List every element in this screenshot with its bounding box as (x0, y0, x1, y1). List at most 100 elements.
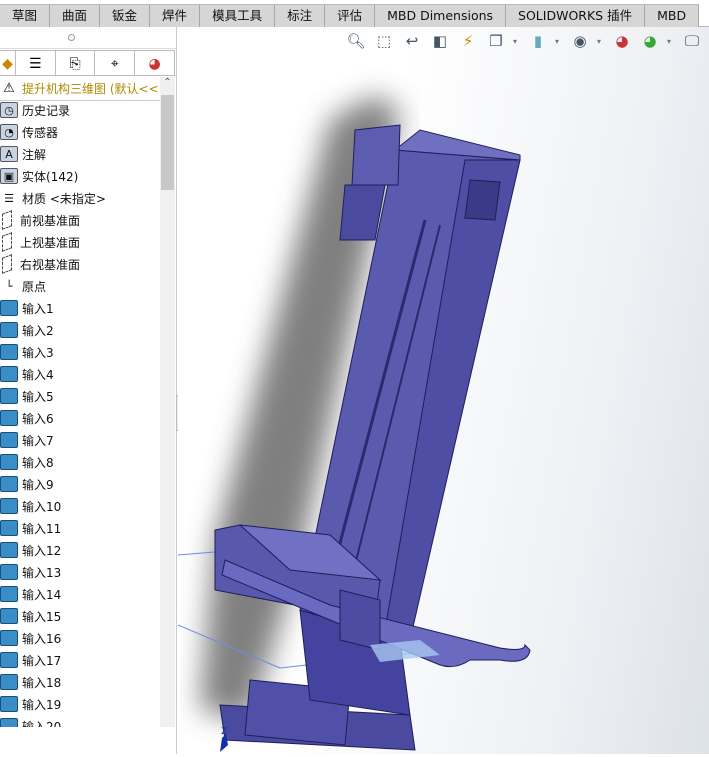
zoom-to-fit-icon[interactable]: 🔍︎ (345, 30, 367, 52)
tab-display-manager-icon[interactable]: ◕ (135, 51, 175, 76)
section-view-icon[interactable]: ◧ (429, 30, 451, 52)
tree-item-input[interactable]: 输入2 (0, 319, 160, 341)
annotation-icon: A (0, 146, 18, 162)
tree-item-input[interactable]: 输入12 (0, 539, 160, 561)
imported-body-icon (0, 388, 18, 404)
tree-item-input[interactable]: 输入4 (0, 363, 160, 385)
tab-3[interactable]: 焊件 (150, 5, 201, 27)
tab-property-manager-icon[interactable]: ☰ (16, 51, 56, 76)
imported-body-icon (0, 718, 18, 727)
panel-dot[interactable] (68, 34, 75, 41)
tree-item-input[interactable]: 输入7 (0, 429, 160, 451)
edit-appearance-icon[interactable]: ◕ (611, 30, 633, 52)
scroll-up-icon[interactable]: ⌃ (160, 77, 175, 93)
tree-item-input[interactable]: 输入15 (0, 605, 160, 627)
chevron-down-icon[interactable]: ▾ (513, 37, 521, 46)
imported-body-icon (0, 344, 18, 360)
tab-1[interactable]: 曲面 (50, 5, 101, 27)
tree-item[interactable]: 上视基准面 (0, 231, 160, 253)
imported-body-icon (0, 476, 18, 492)
imported-body-icon (0, 366, 18, 382)
imported-body-icon (0, 410, 18, 426)
imported-body-icon (0, 432, 18, 448)
tree-item-input[interactable]: 输入1 (0, 297, 160, 319)
dynamic-annotation-icon[interactable]: ⚡ (457, 30, 479, 52)
sensor-icon: ◔ (0, 124, 18, 140)
tree-root[interactable]: ⚠ 提升机构三维图 (默认<< (0, 77, 160, 99)
tree-item[interactable]: 前视基准面 (0, 209, 160, 231)
tree-item-input[interactable]: 输入10 (0, 495, 160, 517)
tree-item[interactable]: ▣ 实体(142) (0, 165, 160, 187)
imported-body-icon (0, 300, 18, 316)
graphics-area[interactable]: Z (177, 27, 709, 754)
tab-8[interactable]: SOLIDWORKS 插件 (506, 5, 646, 27)
tab-2[interactable]: 钣金 (100, 5, 151, 27)
view-settings-icon[interactable]: 🖵 (681, 30, 703, 52)
apply-scene-icon[interactable]: ◕ (639, 30, 661, 52)
imported-body-icon (0, 586, 18, 602)
previous-view-icon[interactable]: ↩ (401, 30, 423, 52)
zoom-to-area-icon[interactable]: ⬚ (373, 30, 395, 52)
tab-6[interactable]: 评估 (325, 5, 376, 27)
tree-item[interactable]: ☰ 材质 <未指定> (0, 187, 160, 209)
tree-item-input[interactable]: 输入16 (0, 627, 160, 649)
chevron-down-icon[interactable]: ▾ (597, 37, 605, 46)
tree-item-input[interactable]: 输入19 (0, 693, 160, 715)
tab-7[interactable]: MBD Dimensions (375, 5, 507, 27)
hide-show-icon[interactable]: ◉ (569, 30, 591, 52)
tree-item-input[interactable]: 输入17 (0, 649, 160, 671)
imported-body-icon (0, 608, 18, 624)
material-icon: ☰ (4, 191, 14, 205)
solid-bodies-icon: ▣ (0, 168, 18, 184)
scroll-thumb[interactable] (161, 95, 174, 190)
3d-model: Z (177, 95, 531, 752)
tab-dimxpert-icon[interactable]: ⌖ (95, 51, 136, 76)
tree-item-input[interactable]: 输入9 (0, 473, 160, 495)
display-style-icon[interactable]: ▮ (527, 30, 549, 52)
chevron-down-icon[interactable]: ▾ (667, 37, 675, 46)
imported-body-icon (0, 696, 18, 712)
tab-9[interactable]: MBD (645, 5, 700, 27)
plane-icon (2, 210, 12, 230)
origin-icon: └ (5, 279, 13, 293)
plane-icon (2, 232, 12, 252)
imported-body-icon (0, 498, 18, 514)
tab-configuration-manager-icon[interactable]: ⎘ (56, 51, 96, 76)
tree-item-input[interactable]: 输入11 (0, 517, 160, 539)
imported-body-icon (0, 322, 18, 338)
tab-feature-manager-icon[interactable]: ◆ (0, 51, 16, 76)
tree-item-input[interactable]: 输入5 (0, 385, 160, 407)
imported-body-icon (0, 674, 18, 690)
tree-scrollbar[interactable]: ⌃ (160, 77, 175, 727)
chevron-down-icon[interactable]: ▾ (555, 37, 563, 46)
imported-body-icon (0, 454, 18, 470)
tree-item-input[interactable]: 输入8 (0, 451, 160, 473)
imported-body-icon (0, 564, 18, 580)
tab-0[interactable]: 草图 (0, 5, 51, 27)
tree-item-input[interactable]: 输入18 (0, 671, 160, 693)
tree-item-input[interactable]: 输入3 (0, 341, 160, 363)
panel-header (0, 27, 176, 49)
tree-item[interactable]: ◷ 历史记录 (0, 99, 160, 121)
view-orientation-icon[interactable]: ❒ (485, 30, 507, 52)
imported-body-icon (0, 652, 18, 668)
plane-icon (2, 254, 12, 274)
tree-item-input[interactable]: 输入13 (0, 561, 160, 583)
tree-item-input[interactable]: 输入20 (0, 715, 160, 727)
tree-item[interactable]: A 注解 (0, 143, 160, 165)
warning-icon: ⚠ (3, 80, 15, 96)
tree-item[interactable]: 右视基准面 (0, 253, 160, 275)
imported-body-icon (0, 542, 18, 558)
command-manager-tabs: 草图 曲面 钣金 焊件 模具工具 标注 评估 MBD Dimensions SOLIDWORKS… (0, 0, 709, 27)
tree-item-input[interactable]: 输入6 (0, 407, 160, 429)
history-icon: ◷ (0, 102, 18, 118)
heads-up-view-toolbar: 🔍︎ ⬚ ↩ ◧ ⚡ ❒▾ ▮▾ ◉▾ ◕ ◕▾ 🖵▾ (345, 30, 709, 52)
tree-item-input[interactable]: 输入14 (0, 583, 160, 605)
tree-item[interactable]: ◔ 传感器 (0, 121, 160, 143)
imported-body-icon (0, 520, 18, 536)
tab-4[interactable]: 模具工具 (200, 5, 276, 27)
tab-5[interactable]: 标注 (275, 5, 326, 27)
imported-body-icon (0, 630, 18, 646)
feature-tree: ⚠ 提升机构三维图 (默认<< ◷ 历史记录 ◔ 传感器 A 注解 ▣ 实体(142) ☰ 材质 <… (0, 77, 160, 727)
tree-item[interactable]: └ 原点 (0, 275, 160, 297)
